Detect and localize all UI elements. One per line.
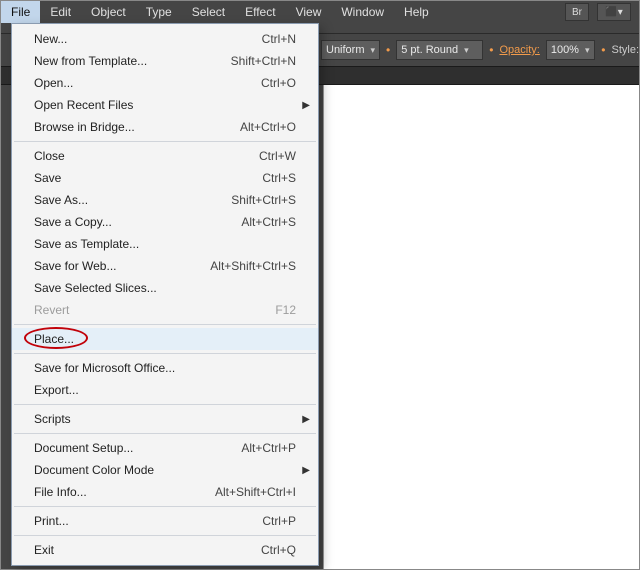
menu-item-place[interactable]: Place... [12, 328, 318, 350]
menu-item-browse-in-bridge[interactable]: Browse in Bridge... Alt+Ctrl+O [12, 116, 318, 138]
menu-item-label: Save Selected Slices... [34, 281, 157, 295]
menu-item-label: Save As... [34, 193, 88, 207]
chevron-down-icon: ▾ [371, 45, 376, 56]
brush-value: 5 pt. Round [401, 44, 458, 56]
menu-separator [14, 433, 316, 434]
submenu-arrow-icon: ▶ [302, 465, 310, 476]
menu-item-label: Open Recent Files [34, 98, 133, 112]
menu-item-shortcut: Ctrl+P [262, 514, 296, 528]
menu-item-save-as-template[interactable]: Save as Template... [12, 233, 318, 255]
menu-item-new-from-template[interactable]: New from Template... Shift+Ctrl+N [12, 50, 318, 72]
brush-dropdown[interactable]: 5 pt. Round ▾ [396, 40, 483, 60]
menu-item-shortcut: Ctrl+W [259, 149, 296, 163]
menu-item-label: Save for Web... [34, 259, 116, 273]
opacity-value: 100% [551, 44, 579, 56]
menu-item-open[interactable]: Open... Ctrl+O [12, 72, 318, 94]
menu-item-shortcut: Alt+Ctrl+O [240, 120, 296, 134]
menu-item-shortcut: Alt+Ctrl+S [241, 215, 296, 229]
menu-item-print[interactable]: Print... Ctrl+P [12, 510, 318, 532]
menu-item-label: Document Color Mode [34, 463, 154, 477]
menu-item-shortcut: Ctrl+O [261, 76, 296, 90]
menu-item-label: Scripts [34, 412, 71, 426]
menu-item-shortcut: Shift+Ctrl+S [231, 193, 296, 207]
menu-item-label: Save as Template... [34, 237, 139, 251]
separator-bullet: • [601, 43, 605, 57]
opacity-dropdown[interactable]: 100% ▾ [546, 40, 595, 60]
workspace-switcher[interactable]: ⬛▾ [597, 3, 631, 21]
opacity-label[interactable]: Opacity: [499, 44, 539, 56]
menu-item-file-info[interactable]: File Info... Alt+Shift+Ctrl+I [12, 481, 318, 503]
document-canvas[interactable] [323, 85, 639, 569]
menu-item-export[interactable]: Export... [12, 379, 318, 401]
menu-item-save[interactable]: Save Ctrl+S [12, 167, 318, 189]
menu-item-save-for-web[interactable]: Save for Web... Alt+Shift+Ctrl+S [12, 255, 318, 277]
menu-separator [14, 353, 316, 354]
profile-dropdown[interactable]: Uniform ▾ [321, 40, 380, 60]
menu-item-shortcut: Shift+Ctrl+N [231, 54, 296, 68]
menu-item-label: File Info... [34, 485, 87, 499]
menu-item-label: Browse in Bridge... [34, 120, 135, 134]
menu-item-save-as[interactable]: Save As... Shift+Ctrl+S [12, 189, 318, 211]
submenu-arrow-icon: ▶ [302, 100, 310, 111]
separator-bullet: • [489, 43, 493, 57]
menu-item-save-a-copy[interactable]: Save a Copy... Alt+Ctrl+S [12, 211, 318, 233]
menu-item-label: Place... [34, 332, 74, 346]
separator-bullet: • [386, 43, 390, 57]
menu-item-label: Save a Copy... [34, 215, 112, 229]
menu-item-label: Revert [34, 303, 69, 317]
submenu-arrow-icon: ▶ [302, 414, 310, 425]
menu-item-label: Document Setup... [34, 441, 133, 455]
chevron-down-icon: ▾ [464, 45, 469, 56]
profile-value: Uniform [326, 44, 365, 56]
toolbar-icons: Br ⬛▾ [115, 1, 631, 23]
menu-item-new[interactable]: New... Ctrl+N [12, 28, 318, 50]
menu-item-exit[interactable]: Exit Ctrl+Q [12, 539, 318, 561]
menu-item-open-recent-files[interactable]: Open Recent Files ▶ [12, 94, 318, 116]
menu-edit[interactable]: Edit [40, 1, 81, 23]
chevron-down-icon: ▾ [585, 45, 590, 56]
menu-item-shortcut: Ctrl+N [262, 32, 296, 46]
style-label: Style: [611, 44, 639, 56]
menu-item-shortcut: Alt+Shift+Ctrl+S [210, 259, 296, 273]
menu-item-close[interactable]: Close Ctrl+W [12, 145, 318, 167]
menu-separator [14, 324, 316, 325]
menu-item-label: Open... [34, 76, 73, 90]
menu-item-shortcut: Alt+Shift+Ctrl+I [215, 485, 296, 499]
menu-item-document-color-mode[interactable]: Document Color Mode ▶ [12, 459, 318, 481]
menu-separator [14, 506, 316, 507]
menu-item-label: Export... [34, 383, 79, 397]
menu-item-shortcut: Ctrl+S [262, 171, 296, 185]
menu-item-label: Print... [34, 514, 69, 528]
menu-separator [14, 535, 316, 536]
menu-file[interactable]: File [1, 1, 40, 23]
menu-item-shortcut: Alt+Ctrl+P [241, 441, 296, 455]
menu-item-scripts[interactable]: Scripts ▶ [12, 408, 318, 430]
file-menu: New... Ctrl+N New from Template... Shift+Ct… [11, 23, 319, 566]
menu-item-label: Exit [34, 543, 54, 557]
menu-item-label: Save [34, 171, 61, 185]
menu-item-label: Close [34, 149, 65, 163]
menu-item-label: New from Template... [34, 54, 147, 68]
menu-item-label: Save for Microsoft Office... [34, 361, 175, 375]
menu-item-shortcut: F12 [275, 303, 296, 317]
menu-item-shortcut: Ctrl+Q [261, 543, 296, 557]
menu-item-save-for-microsoft-office[interactable]: Save for Microsoft Office... [12, 357, 318, 379]
menu-separator [14, 141, 316, 142]
menu-item-revert: Revert F12 [12, 299, 318, 321]
menu-item-label: New... [34, 32, 67, 46]
bridge-button[interactable]: Br [565, 3, 589, 21]
menu-item-save-selected-slices[interactable]: Save Selected Slices... [12, 277, 318, 299]
menu-separator [14, 404, 316, 405]
menu-item-document-setup[interactable]: Document Setup... Alt+Ctrl+P [12, 437, 318, 459]
